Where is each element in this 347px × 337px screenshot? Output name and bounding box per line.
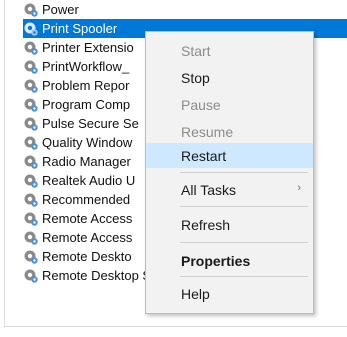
services-screen: Power Print Spooler Printer Extensio Pri… bbox=[0, 0, 347, 337]
gear-service-icon bbox=[24, 269, 38, 283]
menu-item-start-label: Start bbox=[181, 42, 211, 59]
gear-service-icon bbox=[24, 136, 38, 150]
gear-service-icon bbox=[24, 98, 38, 112]
menu-item-properties[interactable]: Properties bbox=[146, 248, 313, 273]
menu-separator bbox=[180, 242, 308, 243]
gear-service-icon bbox=[24, 231, 38, 245]
service-name: Remote Access bbox=[42, 211, 133, 226]
service-name: Remote Deskto bbox=[42, 249, 132, 264]
menu-item-restart[interactable]: Restart bbox=[146, 143, 313, 168]
service-row-power[interactable]: Power bbox=[23, 0, 347, 19]
gear-service-icon bbox=[24, 22, 38, 36]
menu-separator bbox=[180, 172, 308, 173]
menu-separator bbox=[180, 276, 308, 277]
service-name: Printer Extensio bbox=[42, 40, 134, 55]
service-name: Problem Repor bbox=[42, 78, 130, 93]
menu-item-all-tasks[interactable]: All Tasks › bbox=[146, 177, 313, 202]
gear-service-icon bbox=[24, 3, 38, 17]
service-name: Power bbox=[42, 2, 79, 17]
service-name: Recommended bbox=[42, 192, 131, 207]
service-name: Remote Access bbox=[42, 230, 133, 245]
gear-service-icon bbox=[24, 174, 38, 188]
menu-item-properties-label: Properties bbox=[181, 252, 251, 269]
menu-item-refresh[interactable]: Refresh bbox=[146, 212, 313, 237]
service-context-menu[interactable]: Start Stop Pause Resume Restart All Task… bbox=[145, 31, 314, 314]
service-name: Quality Window bbox=[42, 135, 133, 150]
gear-service-icon bbox=[24, 212, 38, 226]
gear-service-icon bbox=[24, 79, 38, 93]
menu-item-start[interactable]: Start bbox=[146, 38, 313, 63]
menu-item-help[interactable]: Help bbox=[146, 281, 313, 306]
service-name: Print Spooler bbox=[42, 21, 118, 36]
gear-service-icon bbox=[24, 250, 38, 264]
menu-item-resume[interactable]: Resume bbox=[146, 119, 313, 144]
chevron-right-icon: › bbox=[297, 182, 301, 194]
gear-service-icon bbox=[24, 60, 38, 74]
menu-item-pause[interactable]: Pause bbox=[146, 92, 313, 117]
menu-item-stop[interactable]: Stop bbox=[146, 65, 313, 90]
gear-service-icon bbox=[24, 155, 38, 169]
menu-item-help-label: Help bbox=[181, 285, 210, 302]
menu-item-all-tasks-label: All Tasks bbox=[181, 181, 236, 198]
service-name: Program Comp bbox=[42, 97, 131, 112]
menu-item-refresh-label: Refresh bbox=[181, 216, 231, 233]
gear-service-icon bbox=[24, 117, 38, 131]
menu-item-resume-label: Resume bbox=[181, 123, 234, 140]
gear-service-icon bbox=[24, 41, 38, 55]
menu-item-stop-label: Stop bbox=[181, 69, 210, 86]
menu-separator bbox=[180, 206, 308, 207]
menu-item-pause-label: Pause bbox=[181, 96, 221, 113]
menu-item-restart-label: Restart bbox=[181, 147, 227, 164]
service-name: PrintWorkflow_ bbox=[42, 59, 130, 74]
service-name: Radio Manager bbox=[42, 154, 131, 169]
service-name: Pulse Secure Se bbox=[42, 116, 139, 131]
gear-service-icon bbox=[24, 193, 38, 207]
service-name: Realtek Audio U bbox=[42, 173, 136, 188]
